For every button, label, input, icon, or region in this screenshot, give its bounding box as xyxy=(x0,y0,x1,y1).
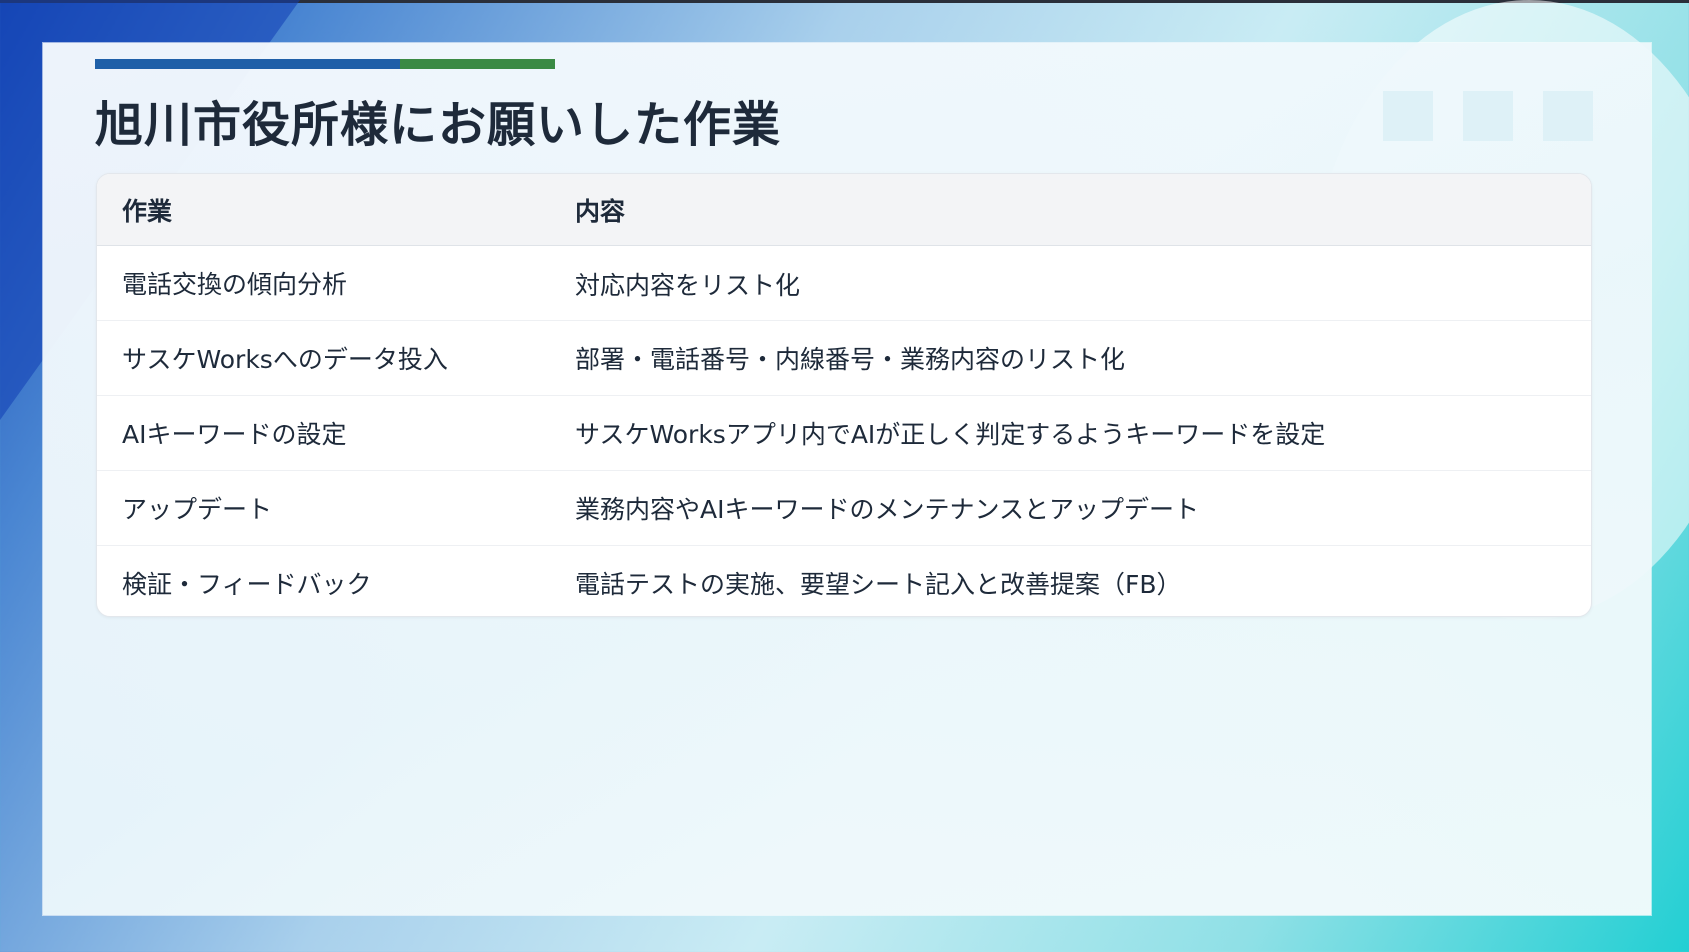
table-row: 電話交換の傾向分析 対応内容をリスト化 xyxy=(97,246,1591,321)
page-title: 旭川市役所様にお願いした作業 xyxy=(95,97,782,153)
decorative-square xyxy=(1463,91,1513,141)
task-cell: AIキーワードの設定 xyxy=(122,420,347,449)
decorative-square xyxy=(1543,91,1593,141)
content-cell: 部署・電話番号・内線番号・業務内容のリスト化 xyxy=(575,345,1126,374)
task-table: 作業 内容 電話交換の傾向分析 対応内容をリスト化 サスケWorksへのデータ投… xyxy=(96,173,1592,617)
content-cell: 業務内容やAIキーワードのメンテナンスとアップデート xyxy=(575,495,1199,524)
content-cell: 電話テストの実施、要望シート記入と改善提案（FB） xyxy=(575,570,1182,599)
decorative-square xyxy=(1383,91,1433,141)
content-cell: 対応内容をリスト化 xyxy=(575,271,801,300)
table-row: 検証・フィードバック 電話テストの実施、要望シート記入と改善提案（FB） xyxy=(97,546,1591,616)
table-header-row: 作業 内容 xyxy=(97,174,1591,246)
decorative-squares xyxy=(1383,91,1593,141)
table-row: アップデート 業務内容やAIキーワードのメンテナンスとアップデート xyxy=(97,471,1591,546)
table-row: AIキーワードの設定 サスケWorksアプリ内でAIが正しく判定するようキーワー… xyxy=(97,396,1591,471)
title-accent-bar xyxy=(95,59,555,69)
table-row: サスケWorksへのデータ投入 部署・電話番号・内線番号・業務内容のリスト化 xyxy=(97,321,1591,396)
task-cell: サスケWorksへのデータ投入 xyxy=(122,345,448,374)
task-cell: 検証・フィードバック xyxy=(122,570,372,599)
column-header-content: 内容 xyxy=(575,196,626,226)
accent-bar-blue xyxy=(95,59,400,69)
task-cell: アップデート xyxy=(122,495,273,524)
task-cell: 電話交換の傾向分析 xyxy=(122,270,348,299)
accent-bar-green xyxy=(400,59,555,69)
content-cell: サスケWorksアプリ内でAIが正しく判定するようキーワードを設定 xyxy=(575,420,1326,449)
column-header-task: 作業 xyxy=(122,196,173,226)
slide: 旭川市役所様にお願いした作業 作業 内容 電話交換の傾向分析 対応内容をリスト化… xyxy=(43,43,1651,915)
